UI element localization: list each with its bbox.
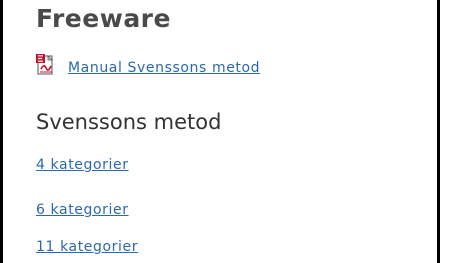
category-link-item: 6 kategorier [36, 202, 129, 218]
category-link-11[interactable]: 11 kategorier [36, 239, 138, 255]
category-link-item: 4 kategorier [36, 157, 129, 173]
manual-download: Manual Svenssons metod [36, 54, 260, 76]
method-heading: Svenssons metod [36, 110, 222, 134]
section-heading: Freeware [36, 4, 171, 33]
manual-link[interactable]: Manual Svenssons metod [68, 60, 260, 76]
content-frame: Freeware Manual Svenssons metod Svensson… [0, 0, 440, 263]
category-link-item: 11 kategorier [36, 239, 138, 255]
category-link-4[interactable]: 4 kategorier [36, 157, 129, 173]
pdf-icon[interactable] [36, 54, 56, 76]
category-link-6[interactable]: 6 kategorier [36, 202, 129, 218]
